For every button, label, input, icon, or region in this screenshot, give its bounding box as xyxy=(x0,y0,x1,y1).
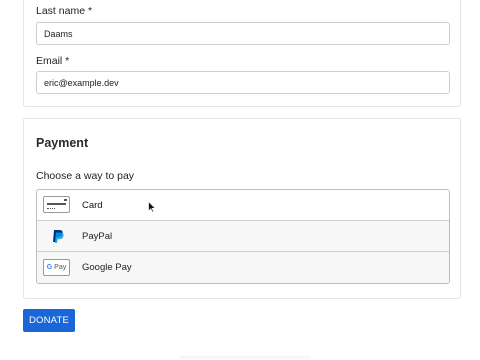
payment-option-label: Google Pay xyxy=(82,262,132,273)
donate-button[interactable]: DONATE xyxy=(23,309,75,332)
donation-form-page: Last name * Email * Payment Choose a way… xyxy=(0,0,480,360)
google-pay-icon: G Pay xyxy=(43,259,70,276)
last-name-input[interactable] xyxy=(36,22,450,45)
payment-card: Payment Choose a way to pay Card PayPal … xyxy=(23,118,461,299)
payment-title: Payment xyxy=(36,136,89,150)
email-label: Email * xyxy=(36,55,70,67)
email-input[interactable] xyxy=(36,71,450,94)
credit-card-icon xyxy=(43,196,70,213)
paypal-icon xyxy=(53,230,64,243)
payment-options: Card PayPal G Pay Google Pay xyxy=(36,189,450,284)
last-name-label: Last name * xyxy=(36,5,93,17)
mouse-cursor-icon xyxy=(148,201,156,213)
bottom-divider xyxy=(180,356,310,360)
payment-option-google-pay[interactable]: G Pay Google Pay xyxy=(37,252,449,283)
payment-option-label: Card xyxy=(82,200,103,211)
payment-prompt: Choose a way to pay xyxy=(36,170,135,182)
payment-option-label: PayPal xyxy=(82,231,113,242)
contact-details-card: Last name * Email * xyxy=(23,0,461,107)
payment-option-paypal[interactable]: PayPal xyxy=(37,221,449,252)
payment-option-card[interactable]: Card xyxy=(37,190,449,221)
